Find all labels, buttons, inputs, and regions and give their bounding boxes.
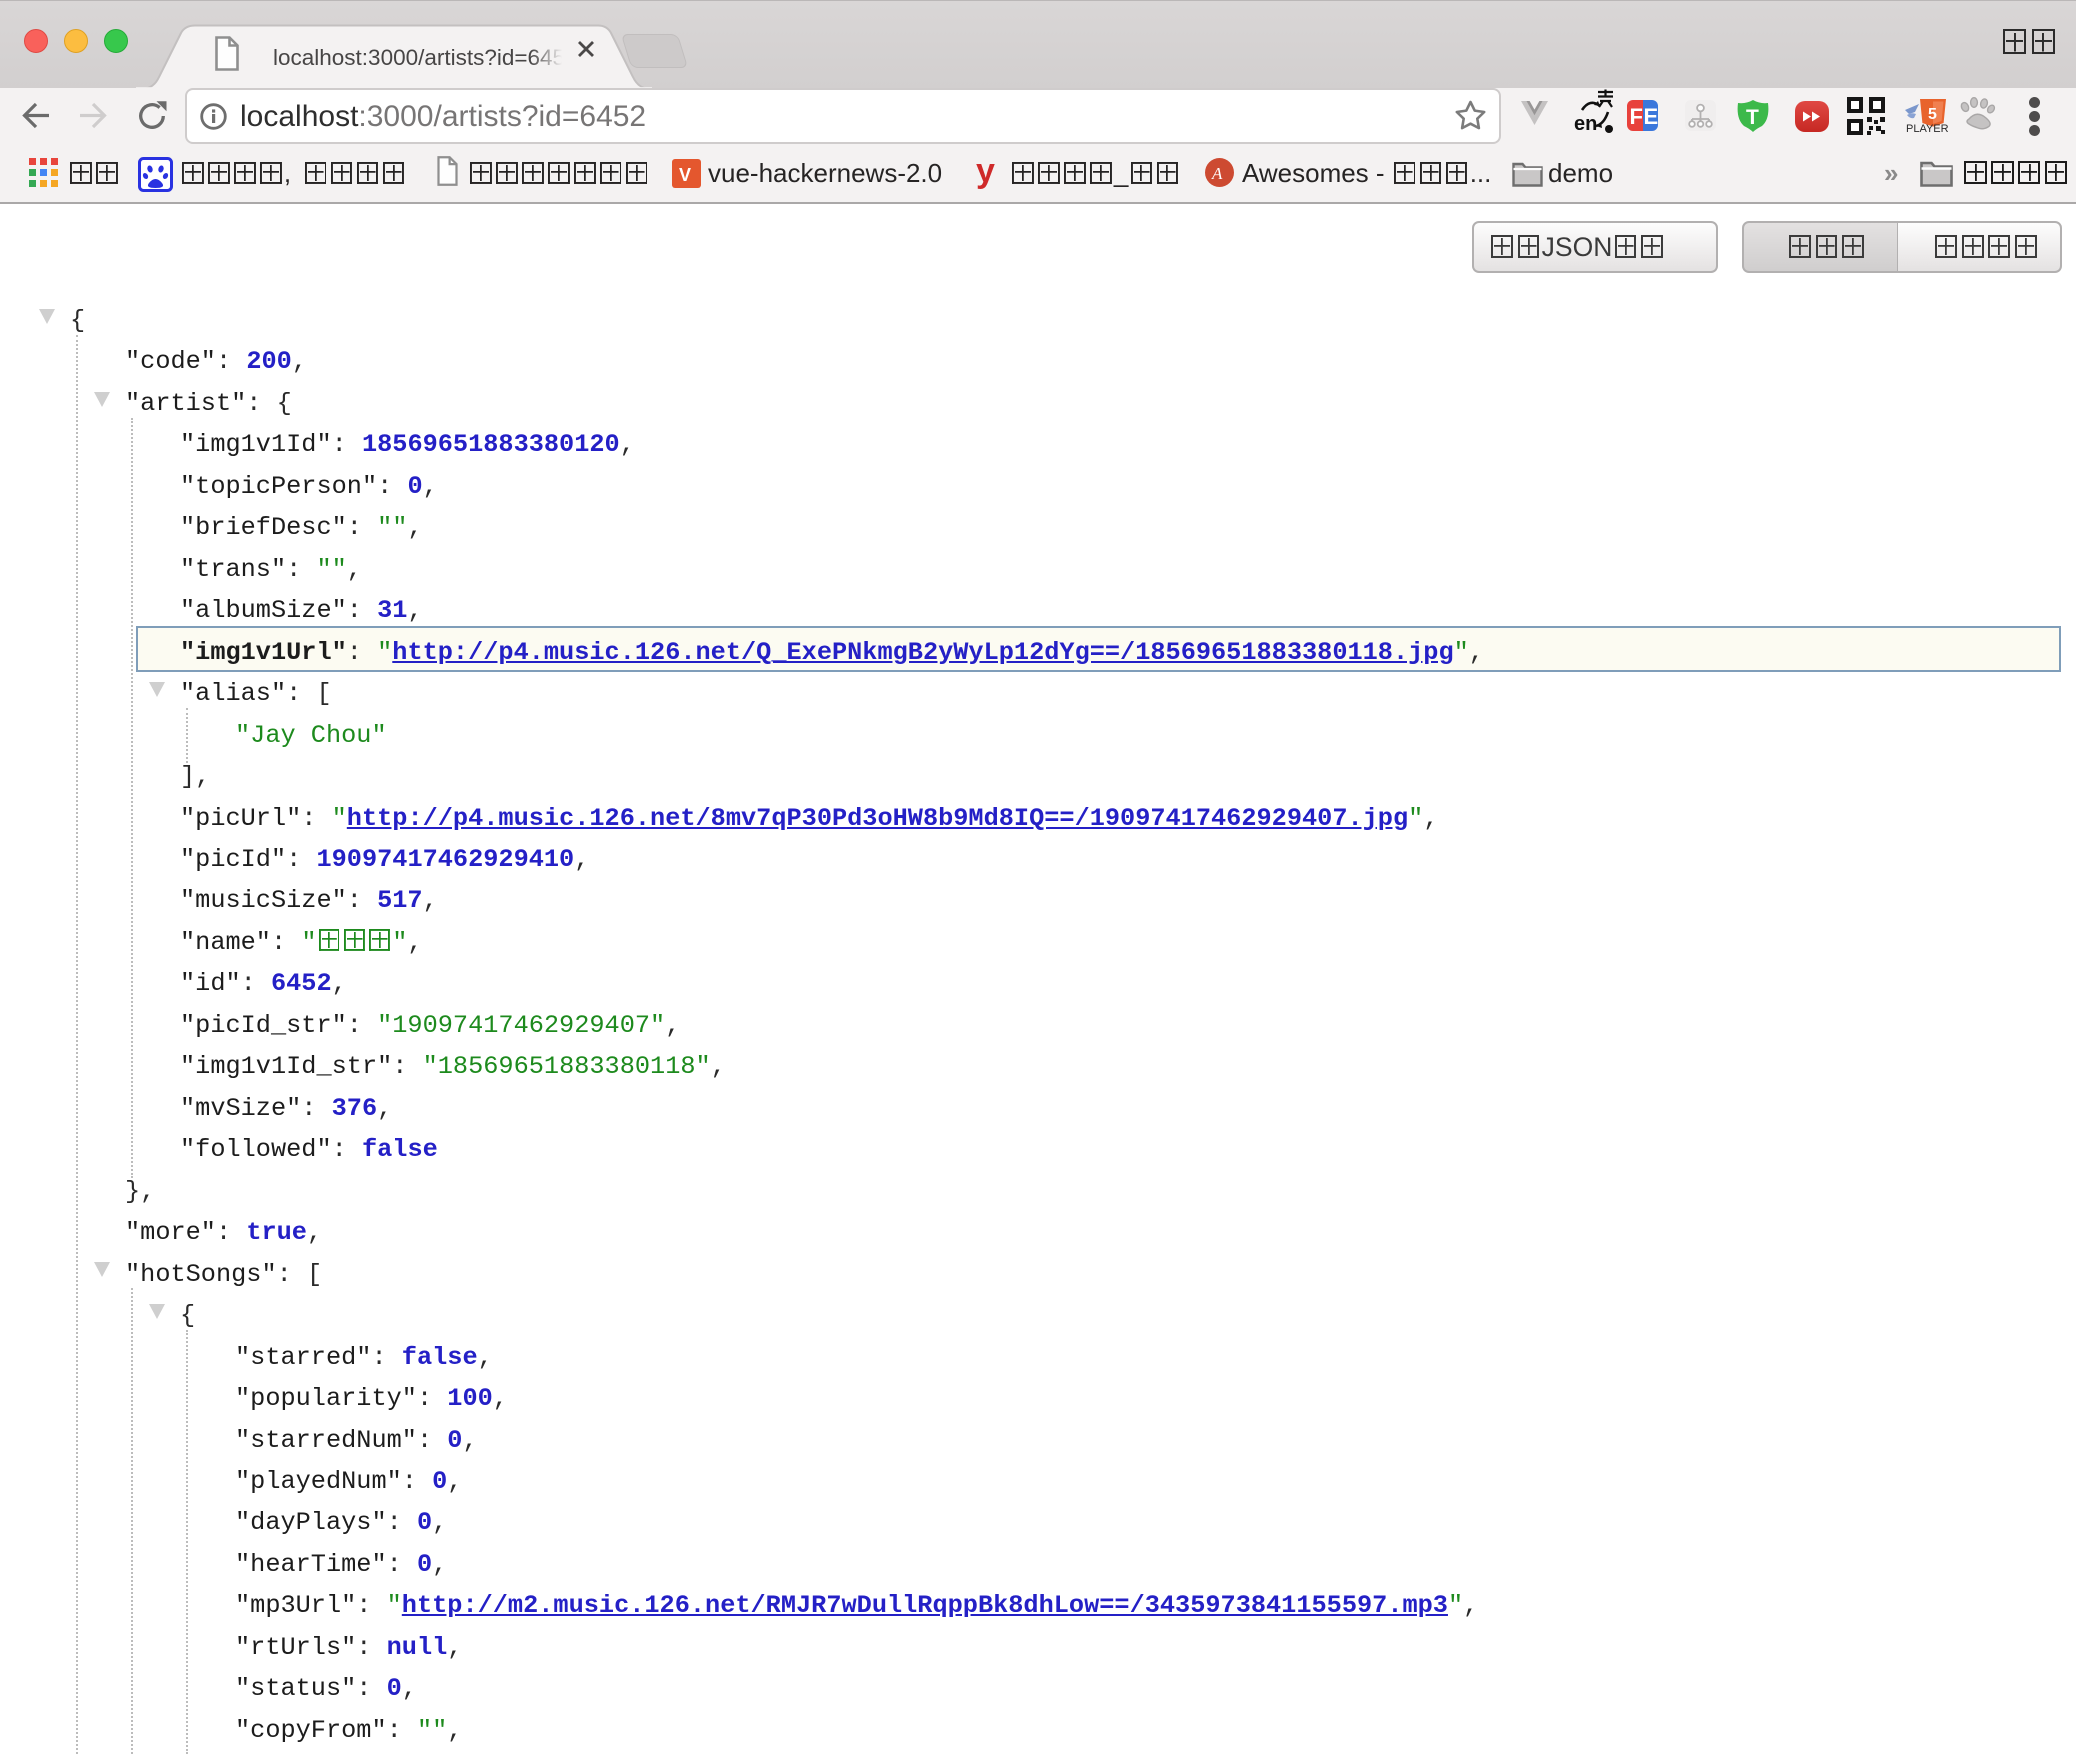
svg-text:F: F [1630,104,1643,129]
svg-text:en: en [1574,113,1597,134]
svg-text:T: T [1746,106,1759,129]
svg-text:E: E [1644,104,1659,129]
svg-text:V: V [679,165,691,185]
svg-text:A: A [1211,164,1223,183]
svg-text:5: 5 [1928,106,1937,123]
svg-text:PLAYER: PLAYER [1906,123,1948,135]
